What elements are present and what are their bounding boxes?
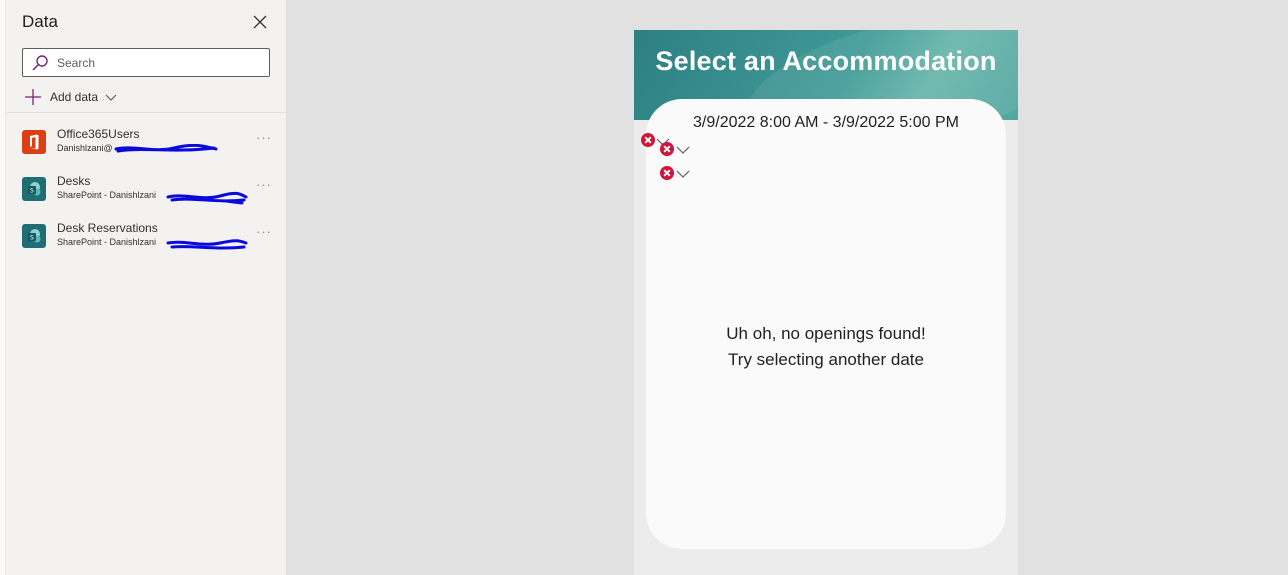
data-source-name: Desks <box>57 174 91 188</box>
chevron-down-icon <box>105 94 117 101</box>
search-input[interactable] <box>57 53 257 73</box>
add-data-button[interactable]: Add data <box>24 87 118 107</box>
data-source-name: Office365Users <box>57 127 140 141</box>
more-options-button[interactable]: ··· <box>256 224 272 239</box>
plus-icon <box>25 89 41 105</box>
svg-text:S: S <box>30 188 34 195</box>
sharepoint-icon: S <box>22 177 46 201</box>
close-icon[interactable] <box>250 12 270 32</box>
data-source-desk-reservations[interactable]: S Desk Reservations SharePoint - Danishl… <box>6 214 286 258</box>
data-pane: Data Add data Office365Users Danishlzani… <box>6 0 287 575</box>
error-icon <box>660 142 674 156</box>
svg-text:S: S <box>30 235 34 242</box>
add-data-label: Add data <box>50 90 99 104</box>
data-source-office365users[interactable]: Office365Users Danishlzani@ ··· <box>6 120 286 164</box>
redaction-scribble <box>166 239 248 250</box>
empty-state-line-1: Uh oh, no openings found! <box>726 324 926 343</box>
pane-title: Data <box>22 12 58 31</box>
data-source-name: Desk Reservations <box>57 221 158 235</box>
chevron-down-icon[interactable] <box>676 169 690 179</box>
more-options-button[interactable]: ··· <box>256 177 272 192</box>
data-source-subtitle: SharePoint - Danishlzani <box>57 190 157 200</box>
redaction-scribble <box>166 191 248 205</box>
redaction-scribble <box>114 144 218 153</box>
error-icon <box>641 133 655 147</box>
divider <box>6 112 286 113</box>
app-screen: Select an Accommodation 3/9/2022 8:00 AM… <box>634 30 1018 575</box>
empty-state-line-2: Try selecting another date <box>728 350 924 369</box>
sharepoint-icon: S <box>22 224 46 248</box>
chevron-down-icon[interactable] <box>676 145 690 155</box>
data-source-subtitle: Danishlzani@ <box>57 143 113 153</box>
data-source-subtitle: SharePoint - Danishlzani <box>57 237 157 247</box>
office365-icon <box>22 130 46 154</box>
empty-state-message: Uh oh, no openings found! Try selecting … <box>646 321 1006 373</box>
more-options-button[interactable]: ··· <box>256 130 272 145</box>
data-source-desks[interactable]: S Desks SharePoint - Danishlzani ··· <box>6 167 286 211</box>
search-box <box>22 48 270 77</box>
error-icon <box>660 166 674 180</box>
app-title: Select an Accommodation <box>655 46 997 76</box>
search-icon <box>32 55 48 71</box>
date-range-label[interactable]: 3/9/2022 8:00 AM - 3/9/2022 5:00 PM <box>646 114 1006 132</box>
content-card: 3/9/2022 8:00 AM - 3/9/2022 5:00 PM Uh o… <box>641 99 1006 549</box>
